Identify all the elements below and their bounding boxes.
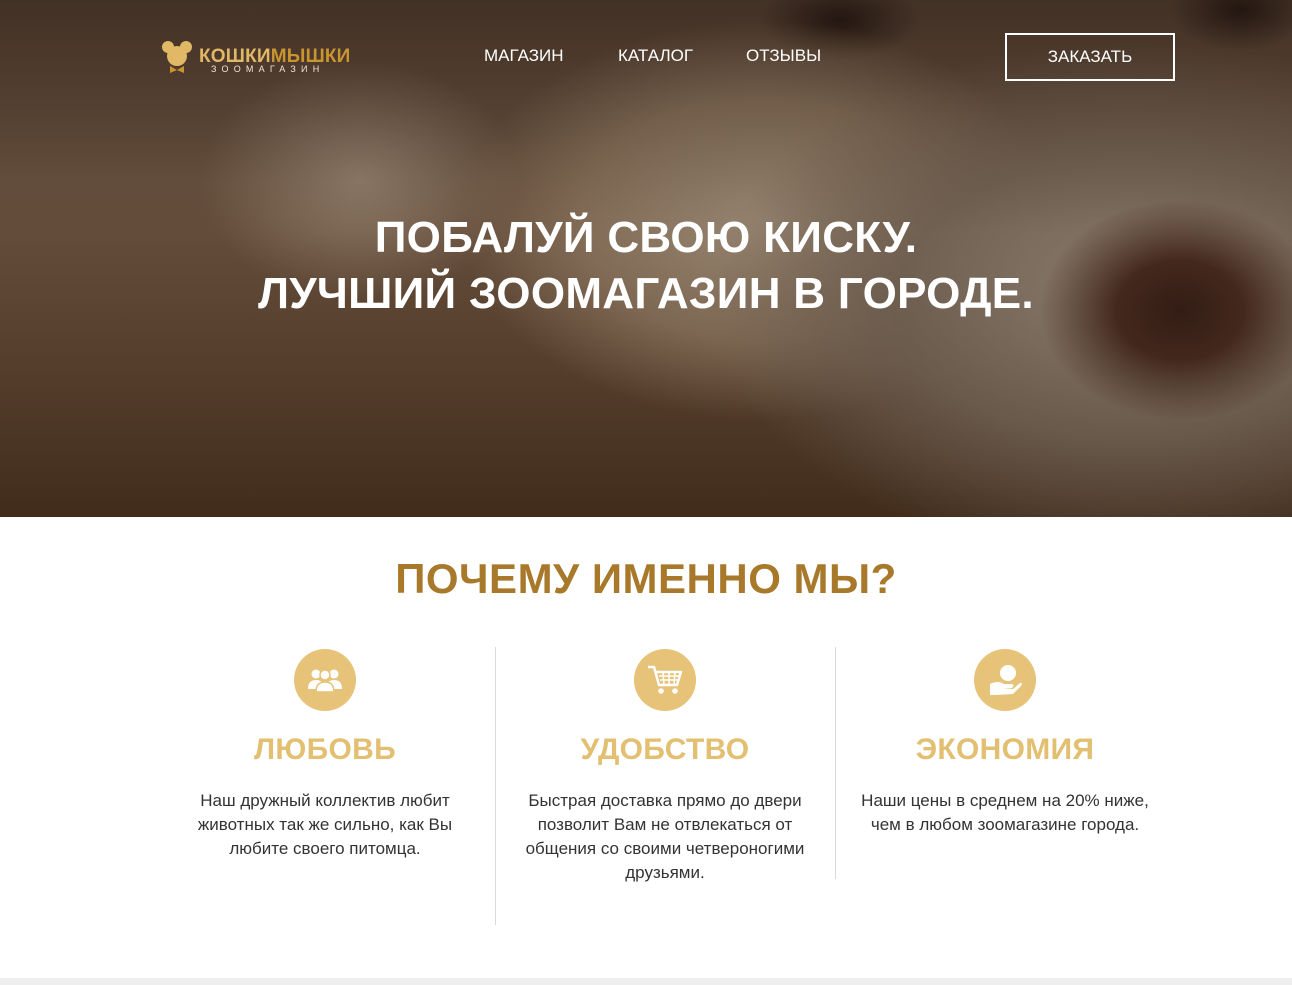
feature-text: Наш дружный коллектив любит животных так… (197, 791, 453, 858)
hero-title-line1: ПОБАЛУЙ СВОЮ КИСКУ. (374, 213, 918, 262)
people-group-icon (294, 649, 356, 711)
hero-title-line2: ЛУЧШИЙ ЗООМАГАЗИН В ГОРОДЕ. (258, 269, 1034, 318)
order-button[interactable]: ЗАКАЗАТЬ (1005, 33, 1175, 81)
feature-text: Наши цены в среднем на 20% ниже, чем в л… (861, 791, 1149, 834)
feature-love: ЛЮБОВЬ Наш дружный коллектив любит живот… (155, 647, 495, 861)
nav-item-shop[interactable]: МАГАЗИН (484, 46, 563, 66)
feature-savings: ЭКОНОМИЯ Наши цены в среднем на 20% ниже… (835, 647, 1175, 837)
hero-title: ПОБАЛУЙ СВОЮ КИСКУ. ЛУЧШИЙ ЗООМАГАЗИН В … (0, 210, 1292, 322)
feature-heading: УДОБСТВО (580, 733, 750, 766)
logo-subtitle: ЗООМАГАЗИН (211, 64, 325, 74)
shopping-cart-icon (634, 649, 696, 711)
mouse-head-icon (162, 41, 192, 73)
feature-heading: ЛЮБОВЬ (254, 733, 396, 766)
hand-coin-icon (974, 649, 1036, 711)
hero-section: КОШКИМЫШКИ ЗООМАГАЗИН МАГАЗИН КАТАЛОГ ОТ… (0, 0, 1292, 517)
next-section-edge (0, 978, 1292, 985)
feature-text: Быстрая доставка прямо до двери позволит… (525, 791, 805, 882)
logo[interactable]: КОШКИМЫШКИ ЗООМАГАЗИН (162, 40, 362, 80)
why-us-title: ПОЧЕМУ ИМЕННО МЫ? (395, 555, 897, 602)
nav-item-catalog[interactable]: КАТАЛОГ (618, 46, 693, 66)
nav-item-reviews[interactable]: ОТЗЫВЫ (746, 46, 821, 66)
feature-heading: ЭКОНОМИЯ (915, 733, 1095, 766)
features-section: ЛЮБОВЬ Наш дружный коллектив любит живот… (155, 647, 1175, 927)
feature-convenience: УДОБСТВО Быстрая доставка прямо до двери… (495, 647, 835, 885)
